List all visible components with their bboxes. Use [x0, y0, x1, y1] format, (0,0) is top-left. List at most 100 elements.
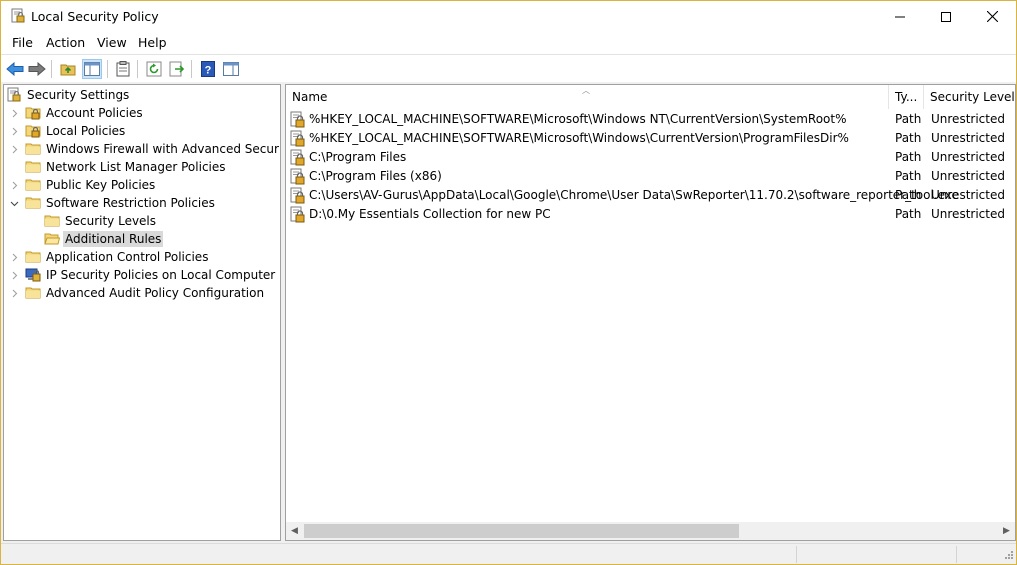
rule-type: Path	[895, 169, 922, 183]
menu-file[interactable]: File	[10, 35, 35, 50]
rule-type: Path	[895, 207, 922, 221]
back-button[interactable]	[5, 59, 25, 79]
horizontal-scrollbar[interactable]: ◀ ▶	[286, 522, 1015, 540]
tree-item-local-policies[interactable]: Local Policies	[4, 122, 280, 140]
column-security-level[interactable]: Security Level	[924, 85, 1015, 109]
rule-security-level: Unrestricted	[931, 188, 1005, 202]
forward-button[interactable]	[27, 59, 47, 79]
minimize-icon	[895, 16, 905, 17]
rule-type: Path	[895, 112, 922, 126]
close-button[interactable]	[969, 1, 1015, 32]
path-rule-icon	[290, 187, 305, 204]
rule-type: Path	[895, 150, 922, 164]
tree-item-label: Software Restriction Policies	[46, 196, 215, 210]
folder-icon	[44, 213, 60, 229]
folder-icon	[25, 195, 41, 211]
tree-item-label: Security Levels	[65, 214, 157, 228]
tree-item-advanced-audit-policy-configuration[interactable]: Advanced Audit Policy Configuration	[4, 284, 280, 302]
tree-item-security-levels[interactable]: Security Levels	[4, 212, 280, 230]
tree-item-label: Network List Manager Policies	[46, 160, 226, 174]
rule-name: D:\0.My Essentials Collection for new PC	[309, 207, 551, 221]
rule-security-level: Unrestricted	[931, 112, 1005, 126]
tree-item-label: Public Key Policies	[46, 178, 156, 192]
collapsed-chevron-icon[interactable]	[9, 108, 19, 118]
resize-grip-icon[interactable]	[1002, 550, 1014, 562]
details-list: ︿ Name Ty... Security Level %HKEY_LOCAL_…	[285, 84, 1016, 541]
rule-type: Path	[895, 188, 922, 202]
scroll-right-icon[interactable]: ▶	[998, 522, 1015, 540]
tree-item-label: Additional Rules	[63, 231, 164, 247]
collapsed-chevron-icon[interactable]	[9, 288, 19, 298]
action-pane-button[interactable]	[221, 59, 241, 79]
console-tree: Security Settings Account Policies Local P…	[3, 84, 281, 541]
collapsed-chevron-icon[interactable]	[9, 180, 19, 190]
rule-security-level: Unrestricted	[931, 131, 1005, 145]
window-title: Local Security Policy	[31, 9, 159, 24]
scroll-left-icon[interactable]: ◀	[286, 522, 303, 540]
tree-item-software-restriction-policies[interactable]: Software Restriction Policies	[4, 194, 280, 212]
close-icon	[986, 11, 998, 22]
export-list-button[interactable]	[113, 59, 133, 79]
tree-item-label: IP Security Policies on Local Computer	[46, 268, 276, 282]
security-policy-icon	[11, 8, 25, 23]
tree-item-label: Local Policies	[46, 124, 126, 138]
path-rule-icon	[290, 206, 305, 223]
tree-item-public-key-policies[interactable]: Public Key Policies	[4, 176, 280, 194]
column-type[interactable]: Ty...	[889, 85, 924, 109]
expanded-chevron-icon[interactable]	[9, 198, 19, 208]
up-folder-button[interactable]	[58, 59, 78, 79]
tree-item-application-control-policies[interactable]: Application Control Policies	[4, 248, 280, 266]
menu-bar: File Action View Help	[1, 32, 1016, 54]
tree-item-windows-firewall-with-advanced-security[interactable]: Windows Firewall with Advanced Security	[4, 140, 280, 158]
menu-view[interactable]: View	[95, 35, 129, 50]
locked-folder-icon	[25, 105, 41, 121]
tree-item-label: Application Control Policies	[46, 250, 209, 264]
collapsed-chevron-icon[interactable]	[9, 126, 19, 136]
tree-item-label: Security Settings	[27, 88, 130, 102]
tree-item-security-settings[interactable]: Security Settings	[4, 86, 280, 104]
up-folder-icon	[60, 64, 76, 76]
clipboard-icon	[116, 61, 130, 77]
rule-name: %HKEY_LOCAL_MACHINE\SOFTWARE\Microsoft\W…	[309, 112, 847, 126]
path-rule-icon	[290, 111, 305, 128]
rule-name: %HKEY_LOCAL_MACHINE\SOFTWARE\Microsoft\W…	[309, 131, 849, 145]
folder-icon	[25, 285, 41, 301]
rule-row[interactable]: C:\Program Files Path Unrestricted	[286, 148, 1015, 167]
rule-row[interactable]: C:\Program Files (x86) Path Unrestricted	[286, 167, 1015, 186]
collapsed-chevron-icon[interactable]	[9, 144, 19, 154]
tree-item-network-list-manager-policies[interactable]: Network List Manager Policies	[4, 158, 280, 176]
app-window: Local Security Policy File Action View H…	[0, 0, 1017, 565]
minimize-button[interactable]	[877, 1, 923, 32]
folder-icon	[25, 141, 41, 157]
maximize-button[interactable]	[923, 1, 969, 32]
column-name[interactable]: Name	[286, 85, 889, 109]
collapsed-chevron-icon[interactable]	[9, 252, 19, 262]
export-button[interactable]	[167, 59, 187, 79]
toolbar: ?	[1, 54, 1016, 82]
rule-security-level: Unrestricted	[931, 169, 1005, 183]
menu-help[interactable]: Help	[136, 35, 169, 50]
tree-item-ip-security-policies-on-local-computer[interactable]: IP Security Policies on Local Computer	[4, 266, 280, 284]
maximize-icon	[941, 11, 951, 22]
help-button[interactable]: ?	[198, 59, 218, 79]
menu-action[interactable]: Action	[44, 35, 87, 50]
rule-security-level: Unrestricted	[931, 150, 1005, 164]
export-icon	[169, 61, 185, 77]
column-header: ︿ Name Ty... Security Level	[286, 85, 1015, 109]
action-pane-icon	[223, 62, 239, 76]
tree-item-additional-rules[interactable]: Additional Rules	[4, 230, 280, 248]
tree-item-account-policies[interactable]: Account Policies	[4, 104, 280, 122]
rule-row[interactable]: %HKEY_LOCAL_MACHINE\SOFTWARE\Microsoft\W…	[286, 129, 1015, 148]
refresh-button[interactable]	[144, 59, 164, 79]
rule-row[interactable]: %HKEY_LOCAL_MACHINE\SOFTWARE\Microsoft\W…	[286, 110, 1015, 129]
scrollbar-thumb[interactable]	[304, 524, 739, 538]
security-settings-icon	[6, 87, 22, 103]
rule-row[interactable]: D:\0.My Essentials Collection for new PC…	[286, 205, 1015, 224]
back-arrow-icon	[6, 62, 24, 76]
rule-name: C:\Program Files	[309, 150, 407, 164]
rule-row[interactable]: C:\Users\AV-Gurus\AppData\Local\Google\C…	[286, 186, 1015, 205]
ip-security-icon	[25, 267, 41, 283]
tree-item-label: Account Policies	[46, 106, 143, 120]
show-hide-tree-button[interactable]	[82, 59, 102, 79]
collapsed-chevron-icon[interactable]	[9, 270, 19, 280]
